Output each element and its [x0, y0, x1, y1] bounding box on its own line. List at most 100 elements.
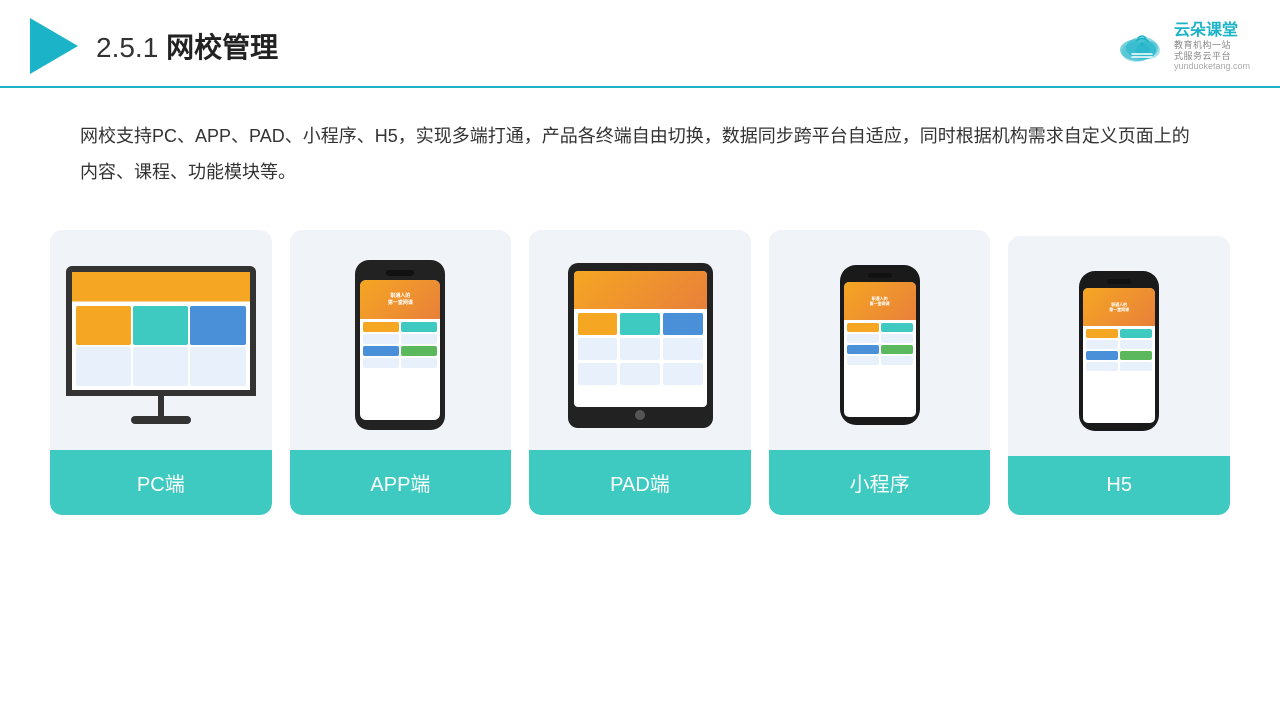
card-h5-label: H5	[1008, 456, 1230, 515]
phone-block	[401, 334, 437, 344]
phone-block	[401, 322, 437, 332]
mini-block	[881, 356, 913, 365]
tablet-block	[663, 363, 703, 385]
phone-screen-header: 职通人的第一堂网课	[360, 280, 440, 319]
screen-block-3	[190, 306, 245, 345]
phone-block	[363, 358, 399, 368]
card-miniprogram-label: 小程序	[769, 450, 991, 515]
phone-notch	[386, 270, 414, 276]
mini-phone-device: 职通人的第一堂网课	[840, 265, 920, 425]
card-miniprogram-image: 职通人的第一堂网课	[769, 230, 991, 450]
card-pad: PAD端	[529, 230, 751, 515]
mini-phone-body-content	[844, 320, 916, 368]
mini-block	[847, 323, 879, 332]
tablet-screen	[574, 271, 707, 407]
tablet-block	[620, 363, 660, 385]
mini-phone-header: 职通人的第一堂网课	[844, 282, 916, 320]
card-pad-label: PAD端	[529, 450, 751, 515]
monitor-screen	[66, 266, 256, 396]
card-miniprogram: 职通人的第一堂网课	[769, 230, 991, 515]
card-pc-label: PC端	[50, 450, 272, 515]
phone-block	[363, 346, 399, 356]
phone-block	[401, 358, 437, 368]
phone-row-2	[363, 334, 437, 344]
phone-screen: 职通人的第一堂网课	[360, 280, 440, 420]
mini-block	[847, 334, 879, 343]
phone-row-4	[363, 358, 437, 368]
mini-block	[881, 334, 913, 343]
h5-mini-block	[1086, 351, 1118, 360]
card-app-image: 职通人的第一堂网课	[290, 230, 512, 450]
card-app-label: APP端	[290, 450, 512, 515]
mini-phone-screen: 职通人的第一堂网课	[844, 282, 916, 417]
h5-mini-block	[1120, 362, 1152, 371]
tablet-block	[578, 363, 618, 385]
phone-row-3	[363, 346, 437, 356]
card-pad-image	[529, 230, 751, 450]
mini-block	[881, 345, 913, 354]
card-pc: PC端	[50, 230, 272, 515]
tablet-block	[663, 313, 703, 335]
phone-block	[363, 322, 399, 332]
mini-phone-row	[847, 323, 913, 332]
card-h5-image: 职通人的第一堂网课	[1008, 236, 1230, 456]
monitor-screen-content	[72, 302, 250, 391]
header: 2.5.1 网校管理 云朵课堂 教育机构一站 式服务云	[0, 0, 1280, 88]
h5-mini-block	[1120, 351, 1152, 360]
phone-body: 职通人的第一堂网课	[355, 260, 445, 430]
h5-mini-block	[1086, 329, 1118, 338]
card-app: 职通人的第一堂网课	[290, 230, 512, 515]
mini-phone-row	[847, 345, 913, 354]
mini-phone-row	[847, 334, 913, 343]
logo-text-block: 云朵课堂 教育机构一站 式服务云平台 yunduoketang.com	[1174, 21, 1250, 72]
mini-phone-notch	[868, 273, 892, 278]
mini-phone-row	[847, 356, 913, 365]
h5-phone-notch	[1107, 279, 1131, 284]
h5-phone-row	[1086, 351, 1152, 360]
h5-phone-screen: 职通人的第一堂网课	[1083, 288, 1155, 423]
card-h5: 职通人的第一堂网课	[1008, 236, 1230, 515]
tablet-screen-header	[574, 271, 707, 309]
header-right: 云朵课堂 教育机构一站 式服务云平台 yunduoketang.com	[1116, 21, 1250, 72]
tablet-block	[578, 313, 618, 335]
h5-phone-device: 职通人的第一堂网课	[1079, 271, 1159, 431]
header-left: 2.5.1 网校管理	[30, 18, 278, 74]
monitor-screen-inner	[72, 272, 250, 390]
screen-block-6	[190, 347, 245, 386]
phone-device: 职通人的第一堂网课	[355, 260, 445, 430]
phone-screen-body	[360, 319, 440, 371]
monitor-base	[131, 416, 191, 424]
cloud-icon	[1116, 28, 1168, 64]
h5-phone-row	[1086, 362, 1152, 371]
mini-phone-body: 职通人的第一堂网课	[840, 265, 920, 425]
screen-block-5	[133, 347, 188, 386]
h5-phone-header: 职通人的第一堂网课	[1083, 288, 1155, 326]
h5-phone-row	[1086, 329, 1152, 338]
card-pc-image	[50, 230, 272, 450]
h5-mini-block	[1120, 340, 1152, 349]
screen-block-1	[76, 306, 131, 345]
description-text: 网校支持PC、APP、PAD、小程序、H5，实现多端打通，产品各终端自由切换，数…	[0, 88, 1280, 190]
tablet-block	[620, 338, 660, 360]
tablet-block	[663, 338, 703, 360]
h5-phone-body: 职通人的第一堂网课	[1079, 271, 1159, 431]
cloud-logo: 云朵课堂 教育机构一站 式服务云平台 yunduoketang.com	[1116, 21, 1250, 72]
screen-block-4	[76, 347, 131, 386]
h5-mini-block	[1086, 362, 1118, 371]
h5-phone-row	[1086, 340, 1152, 349]
h5-phone-body-content	[1083, 326, 1155, 374]
tablet-device	[568, 263, 713, 428]
tablet-block	[578, 338, 618, 360]
h5-mini-block	[1120, 329, 1152, 338]
phone-block	[401, 346, 437, 356]
tablet-home-button	[635, 410, 645, 420]
h5-mini-block	[1086, 340, 1118, 349]
tablet-block	[620, 313, 660, 335]
cards-container: PC端 职通人的第一堂网课	[0, 190, 1280, 515]
monitor-device	[66, 266, 256, 424]
tablet-screen-body	[574, 309, 707, 389]
phone-block	[363, 334, 399, 344]
page-title: 2.5.1 网校管理	[96, 26, 278, 66]
mini-block	[881, 323, 913, 332]
mini-block	[847, 345, 879, 354]
